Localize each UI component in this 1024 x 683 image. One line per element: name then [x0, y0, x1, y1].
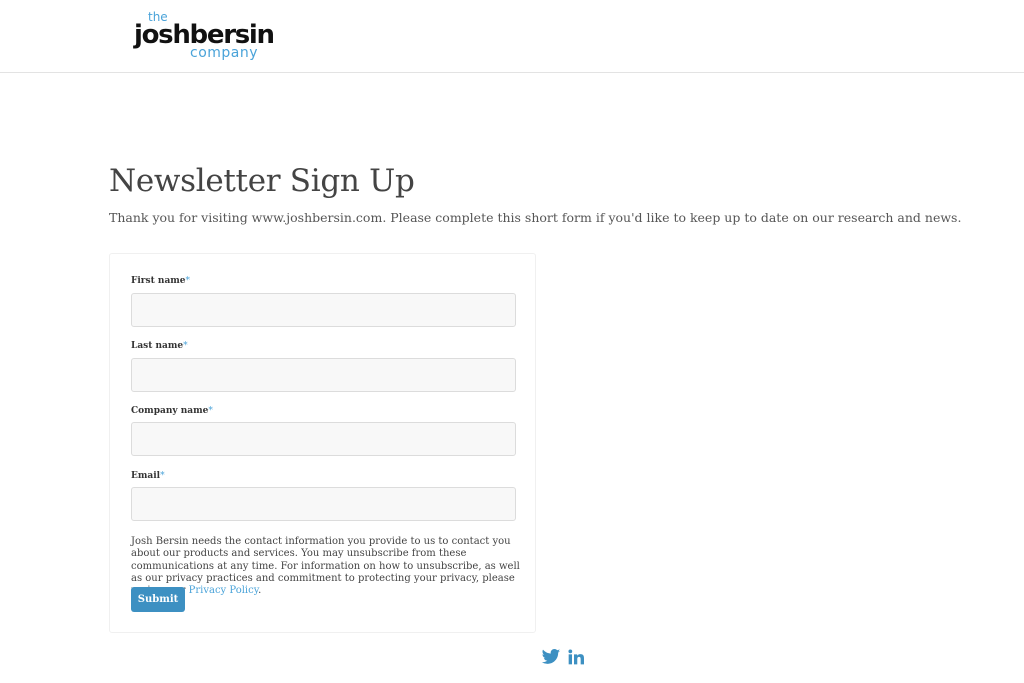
email-label: Email* [131, 471, 165, 481]
privacy-notice: Josh Bersin needs the contact informatio… [131, 536, 520, 597]
newsletter-form: First name* Last name* Company name* Ema… [109, 253, 536, 633]
page-title: Newsletter Sign Up [109, 163, 415, 199]
company-name-input[interactable] [131, 422, 516, 456]
last-name-input[interactable] [131, 358, 516, 392]
logo-company: company [190, 45, 259, 61]
brand-logo[interactable]: the joshbersin company [134, 8, 275, 64]
first-name-label: First name* [131, 276, 191, 286]
last-name-label: Last name* [131, 341, 188, 351]
intro-text: Thank you for visiting www.joshbersin.co… [109, 210, 962, 225]
site-header: the joshbersin company [0, 0, 1024, 73]
privacy-policy-link[interactable]: Privacy Policy [189, 585, 258, 596]
submit-button[interactable]: Submit [131, 587, 185, 612]
first-name-input[interactable] [131, 293, 516, 327]
company-name-label: Company name* [131, 406, 213, 416]
email-input[interactable] [131, 487, 516, 521]
linkedin-icon[interactable] [568, 647, 584, 667]
twitter-icon[interactable] [541, 647, 561, 667]
